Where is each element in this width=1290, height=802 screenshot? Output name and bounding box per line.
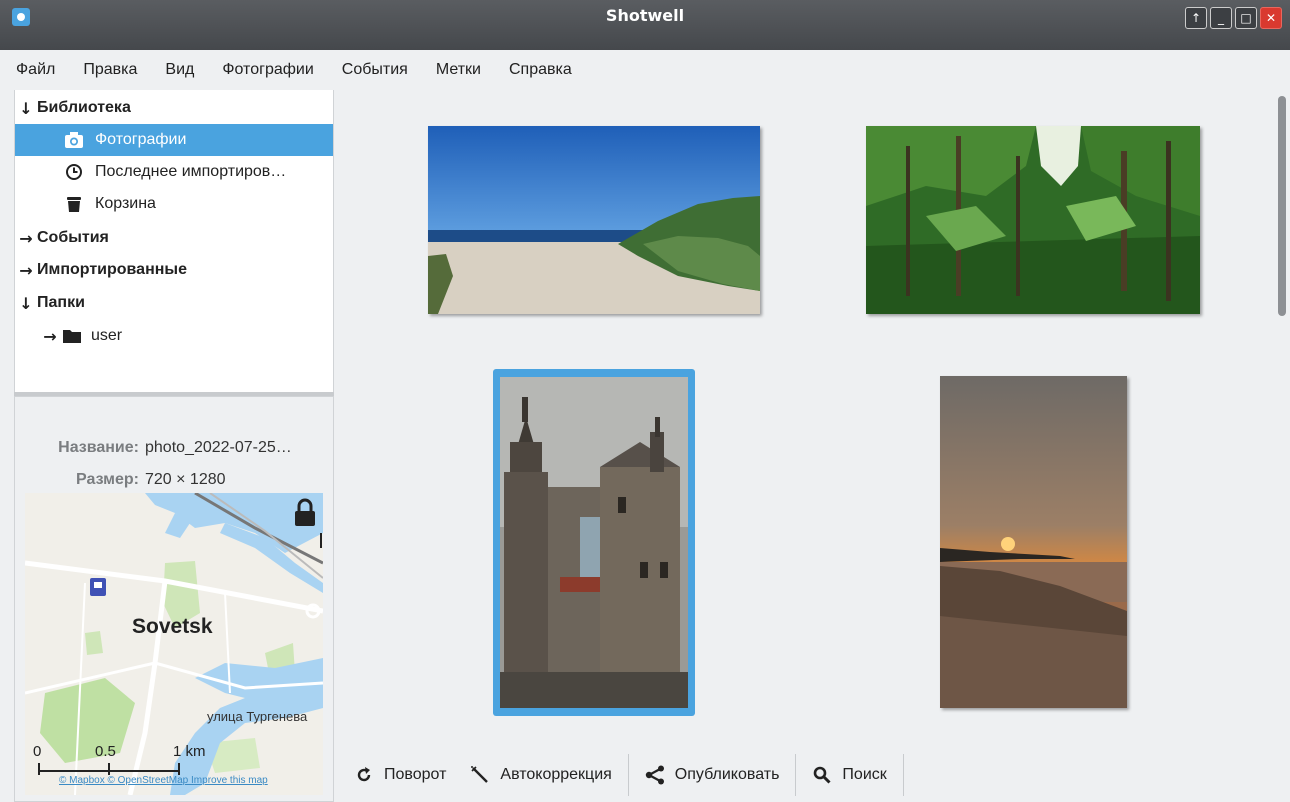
collapsed-arrow-icon[interactable]: → [15,261,37,280]
sidebar-item-label: Библиотека [37,99,131,116]
bottom-toolbar: Поворот Автокоррекция Опубликовать Поиск [336,750,1290,800]
sidebar-item-library[interactable]: ↓ Библиотека [15,92,333,124]
map-scale-0: 0 [33,743,42,760]
search-label: Поиск [842,766,887,783]
menu-photos[interactable]: Фотографии [208,61,327,79]
sidebar-item-trash[interactable]: Корзина [15,188,333,220]
close-button[interactable]: ✕ [1260,7,1282,29]
photo-thumbnail-forest[interactable] [866,126,1200,314]
sidebar-item-label: Папки [37,294,85,311]
map-scale-half: 0.5 [95,743,116,760]
menu-file[interactable]: Файл [0,61,69,79]
map-city-label: Sovetsk [132,615,213,638]
info-size-label: Размер: [76,471,139,488]
menu-help[interactable]: Справка [495,61,586,79]
photo-thumbnail-castle[interactable] [500,377,688,708]
sidebar-item-label: Корзина [95,195,156,212]
sidebar-item-user-folder[interactable]: → user [15,320,333,352]
share-icon [645,765,665,785]
sidebar-item-label: Последнее импортиров… [95,163,287,180]
collapsed-arrow-icon[interactable]: → [39,327,61,346]
rotate-icon [354,765,374,785]
rotate-label: Поворот [384,766,447,783]
publish-button[interactable]: Опубликовать [633,753,792,797]
publish-label: Опубликовать [674,766,780,783]
search-icon [812,765,832,785]
expanded-arrow-icon[interactable]: ↓ [15,99,37,118]
menu-view[interactable]: Вид [151,61,208,79]
map-scale-km: 1 km [173,743,206,760]
folder-icon [61,327,83,345]
sidebar-item-label: Импортированные [37,261,187,278]
clock-icon [63,163,85,181]
photo-grid [336,90,1290,750]
toolbar-separator [795,754,797,796]
sidebar-tree: ↓ Библиотека Фотографии Последнее импорт… [14,90,334,393]
expanded-arrow-icon[interactable]: ↓ [15,294,37,313]
autofix-label: Автокоррекция [500,766,612,783]
sidebar-item-imported[interactable]: → Импортированные [15,254,333,286]
keep-above-button[interactable]: ↑ [1185,7,1207,29]
sidebar-item-label: События [37,229,109,246]
info-size-value: 720 × 1280 [145,471,226,488]
maximize-button[interactable]: □ [1235,7,1257,29]
toolbar-separator [627,754,629,796]
rotate-button[interactable]: Поворот [336,753,458,797]
menu-bar: Файл Правка Вид Фотографии События Метки… [0,50,1290,90]
sidebar-item-recent-import[interactable]: Последнее импортиров… [15,156,333,188]
magic-wand-icon [470,765,490,785]
autofix-button[interactable]: Автокоррекция [458,753,623,797]
info-size-row: Размер: 720 × 1280 [15,471,333,495]
vertical-scrollbar[interactable] [1278,96,1286,316]
sidebar-item-events[interactable]: → События [15,222,333,254]
menu-tags[interactable]: Метки [422,61,495,79]
info-name-row: Название: photo_2022-07-25… [15,439,333,463]
photo-info-panel: Название: photo_2022-07-25… Размер: 720 … [14,396,334,802]
map-street-label: улица Тургенева [207,709,308,724]
info-name-label: Название: [58,439,139,456]
photo-thumbnail-beach[interactable] [428,126,760,314]
camera-icon [63,131,85,149]
collapsed-arrow-icon[interactable]: → [15,229,37,248]
map-attribution-link[interactable]: © Mapbox © OpenStreetMap Improve this ma… [59,775,268,786]
sidebar-item-label: user [91,327,123,344]
location-map[interactable]: Sovetsk улица Тургенева 0 0.5 1 km © Map… [25,493,323,795]
title-bar: Shotwell ↑ _ □ ✕ [0,0,1290,51]
search-button[interactable]: Поиск [800,753,898,797]
sidebar-item-folders[interactable]: ↓ Папки [15,287,333,319]
window-title: Shotwell [605,6,685,25]
trash-icon [63,195,85,213]
menu-events[interactable]: События [328,61,422,79]
minimize-button[interactable]: _ [1210,7,1232,29]
menu-edit[interactable]: Правка [69,61,151,79]
toolbar-separator [902,754,904,796]
sidebar-item-label: Фотографии [95,131,187,148]
sidebar-item-photos[interactable]: Фотографии [15,124,333,156]
photo-thumbnail-sunset[interactable] [940,376,1127,708]
info-name-value: photo_2022-07-25… [145,439,292,456]
